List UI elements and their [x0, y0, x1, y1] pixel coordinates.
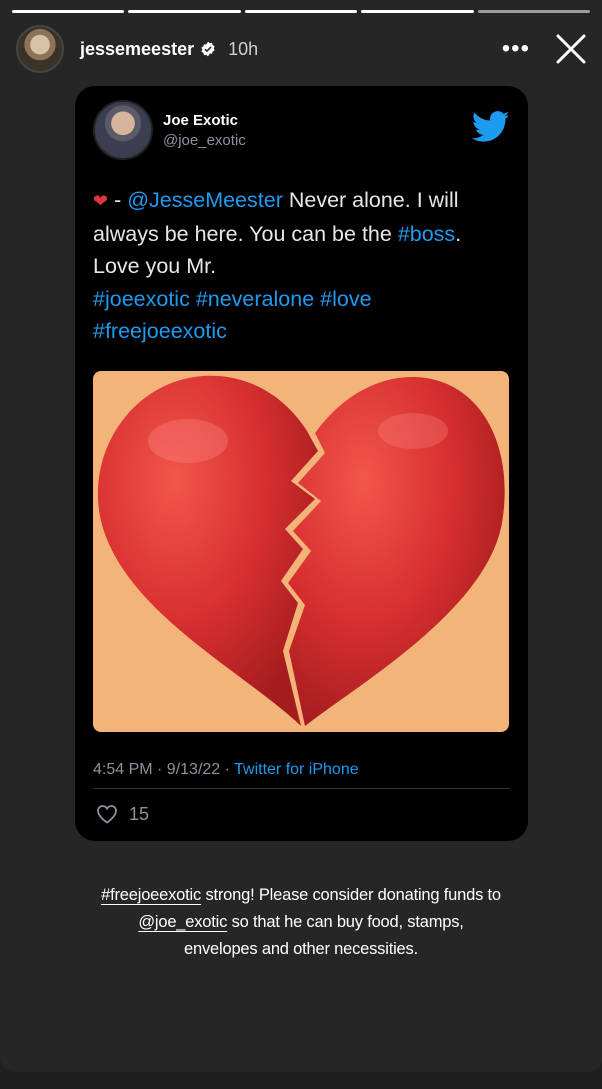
tweet-header: Joe Exotic @joe_exotic — [93, 99, 510, 161]
username[interactable]: jessemeester — [80, 39, 194, 60]
tweet-author-name: Joe Exotic — [163, 111, 239, 129]
progress-segment — [361, 10, 474, 13]
divider — [93, 788, 510, 789]
tweet-image[interactable] — [93, 371, 509, 732]
broken-heart-icon — [97, 375, 505, 726]
story-viewer[interactable]: jessemeester 10h ••• Joe Exotic @joe_exo… — [0, 0, 602, 1072]
tweet-source-link[interactable]: Twitter for iPhone — [234, 761, 359, 778]
hashtag-link[interactable]: #joeexotic — [93, 287, 190, 311]
tweet-author-handle: @joe_exotic — [163, 131, 246, 149]
hashtag-link[interactable]: #love — [320, 287, 371, 311]
story-header: jessemeester 10h ••• — [16, 24, 588, 74]
like-count: 15 — [129, 803, 150, 824]
red-heart-icon: ❤ — [93, 191, 109, 211]
close-icon[interactable] — [554, 32, 588, 66]
progress-segment — [12, 10, 125, 13]
progress-segment — [244, 10, 358, 13]
embedded-tweet[interactable]: Joe Exotic @joe_exotic ❤ - @JesseMeester… — [75, 86, 528, 841]
tweet-metadata: 4:54 PM · 9/13/22 · Twitter for iPhone — [93, 761, 359, 779]
caption-hashtag-link[interactable]: #freejoeexotic — [101, 886, 201, 904]
tweet-text: ❤ - @JesseMeester Never alone. I will al… — [93, 184, 513, 348]
tweet-timestamp: 4:54 PM · 9/13/22 · — [93, 761, 235, 778]
hashtag-link[interactable]: #freejoeexotic — [93, 319, 227, 343]
hashtag-link[interactable]: #boss — [398, 222, 455, 246]
twitter-bird-icon — [472, 111, 510, 142]
caption-mention-link[interactable]: @joe_exotic — [138, 913, 227, 931]
more-options-button[interactable]: ••• — [502, 37, 530, 61]
story-progress-bar — [12, 10, 591, 13]
tweet-likes[interactable]: 15 — [95, 802, 149, 826]
progress-segment — [477, 10, 591, 13]
avatar[interactable] — [16, 25, 64, 73]
tweet-mention-link[interactable]: @JesseMeester — [127, 188, 283, 212]
story-caption: #freejoeexotic strong! Please consider d… — [100, 882, 502, 963]
post-time: 10h — [228, 38, 259, 59]
tweet-text-part: - — [108, 188, 128, 212]
verified-badge-icon — [201, 41, 215, 57]
progress-segment — [128, 10, 241, 13]
tweet-author-avatar — [93, 100, 153, 160]
heart-outline-icon[interactable] — [95, 802, 119, 826]
hashtag-link[interactable]: #neveralone — [196, 287, 314, 311]
caption-text: strong! Please consider donating funds t… — [201, 886, 501, 904]
